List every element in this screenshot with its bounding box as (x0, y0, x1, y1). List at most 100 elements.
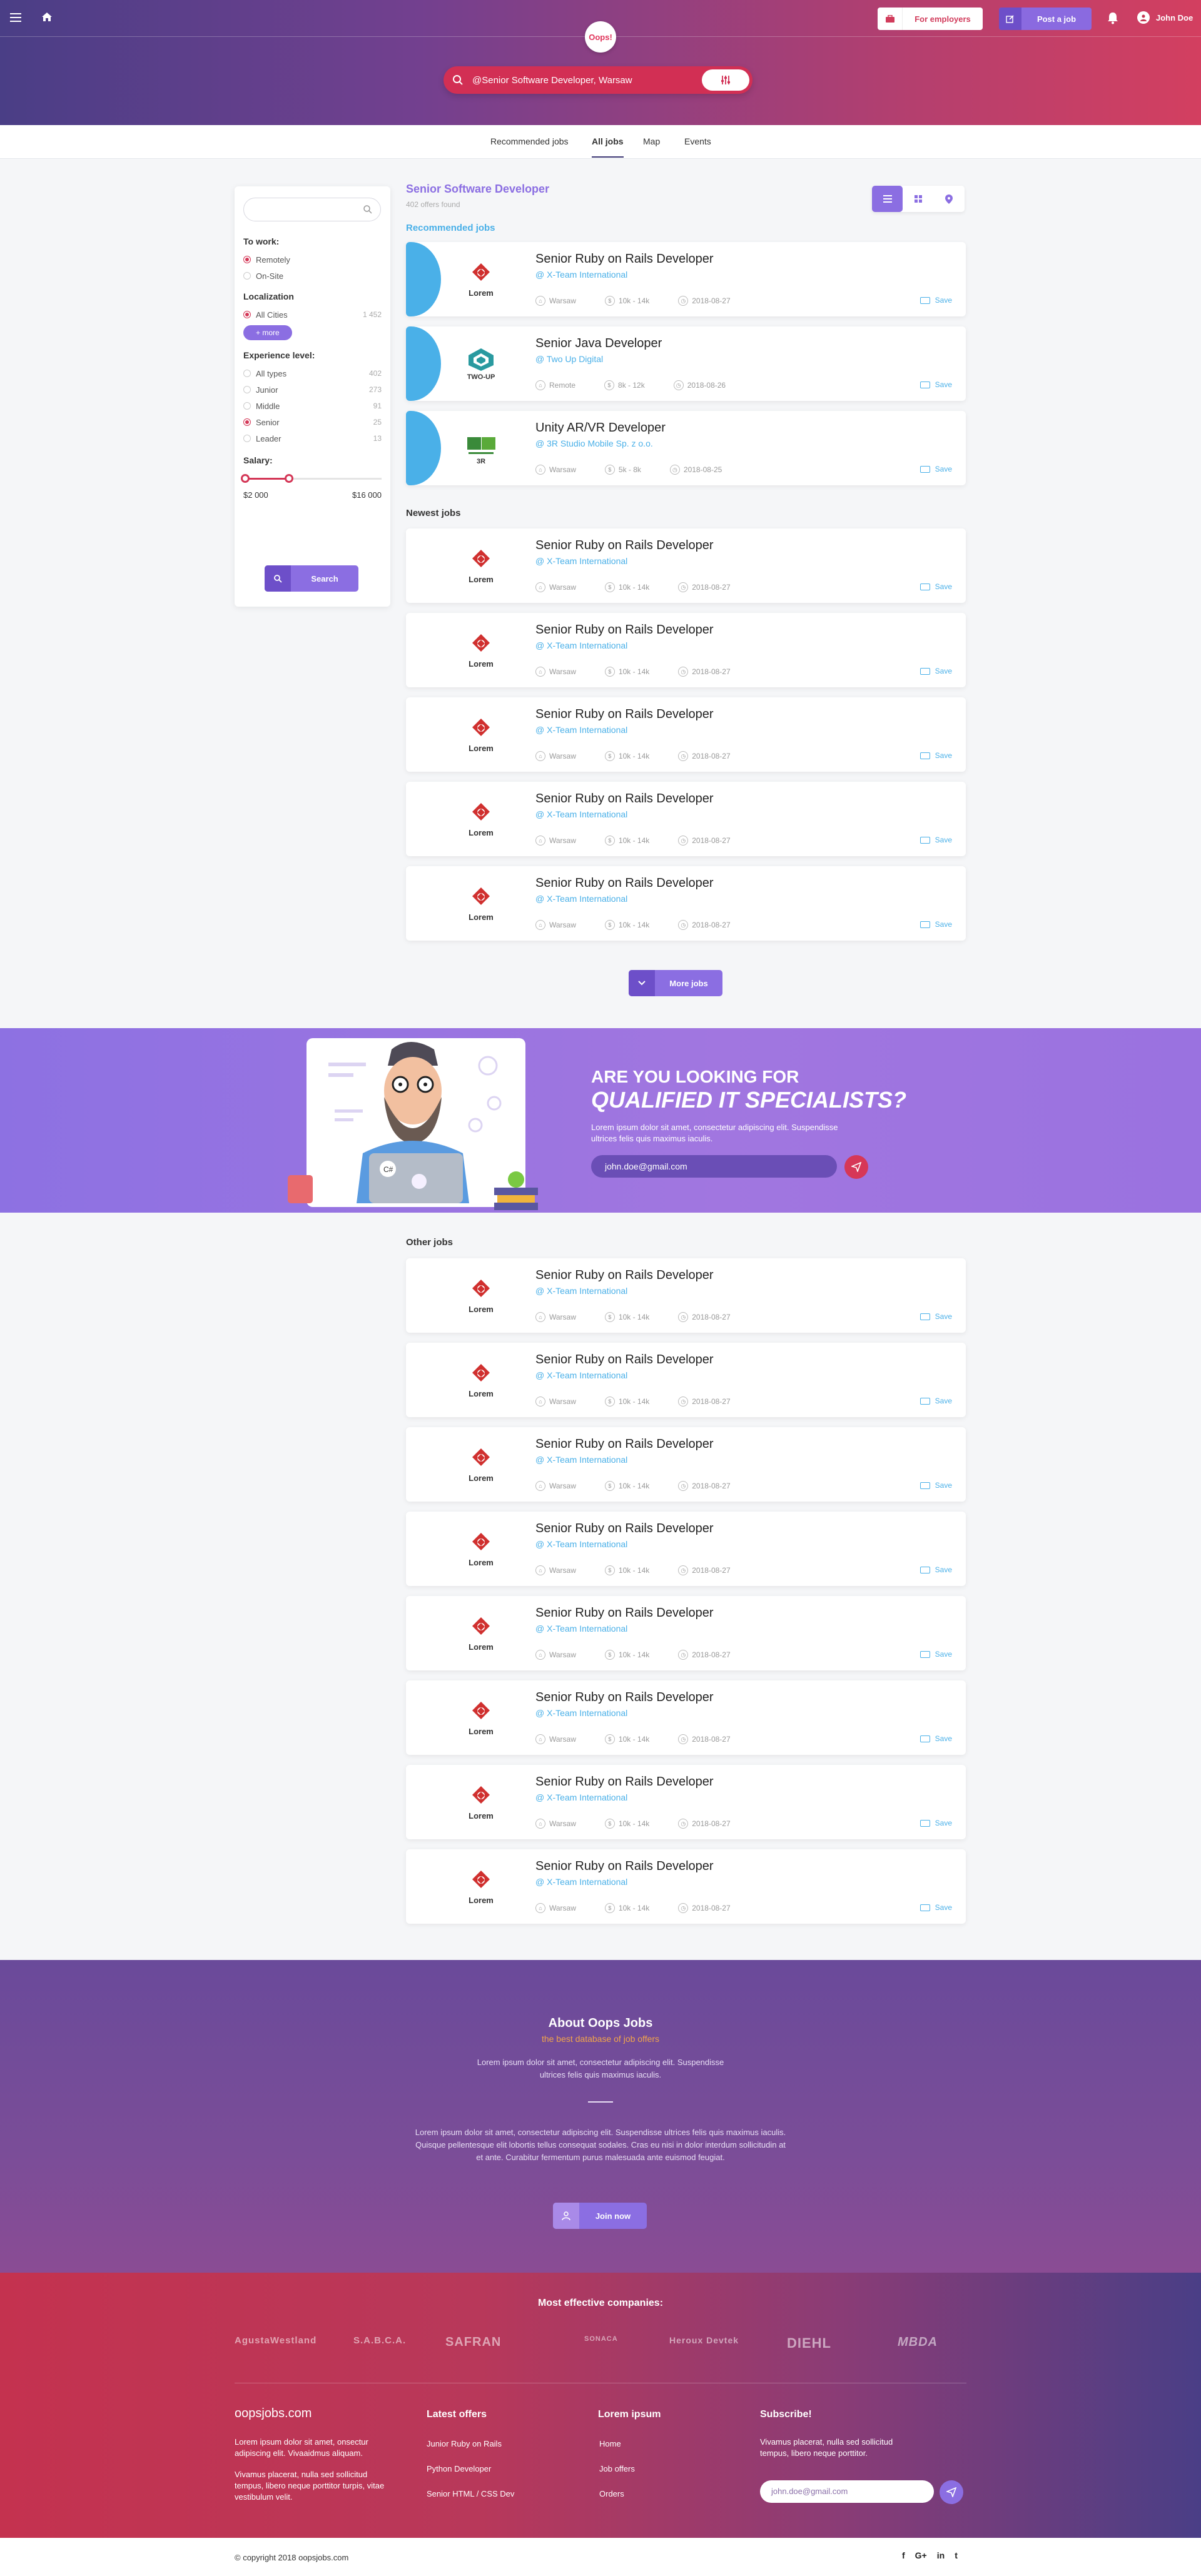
job-title[interactable]: Senior Java Developer (535, 336, 662, 351)
for-employers-button[interactable]: For employers (878, 8, 983, 30)
company-name[interactable]: @ X-Team International (535, 1624, 627, 1634)
main-search-bar[interactable]: @Senior Software Developer, Warsaw (443, 66, 753, 94)
slider-max-handle[interactable] (284, 474, 293, 483)
job-title[interactable]: Senior Ruby on Rails Developer (535, 623, 714, 637)
job-card[interactable]: Lorem Senior Ruby on Rails Developer @ X-T… (406, 1849, 966, 1924)
footer-link-home[interactable]: Home (599, 2439, 621, 2448)
send-icon[interactable] (940, 2480, 963, 2504)
job-card[interactable]: Lorem Senior Ruby on Rails Developer @ X-T… (406, 782, 966, 856)
job-title[interactable]: Senior Ruby on Rails Developer (535, 1268, 714, 1283)
send-icon[interactable] (844, 1155, 868, 1179)
list-view-icon[interactable] (872, 186, 903, 212)
job-title[interactable]: Senior Ruby on Rails Developer (535, 1690, 714, 1705)
job-card[interactable]: TWO-UP Senior Java Developer @ Two Up Digi… (406, 326, 966, 401)
job-card[interactable]: Lorem Senior Ruby on Rails Developer @ X-T… (406, 1512, 966, 1586)
save-button[interactable]: Save (920, 1481, 952, 1490)
footer-link-orders[interactable]: Orders (599, 2489, 624, 2498)
save-button[interactable]: Save (920, 920, 952, 929)
job-title[interactable]: Senior Ruby on Rails Developer (535, 1522, 714, 1536)
job-card[interactable]: Lorem Senior Ruby on Rails Developer @ X-T… (406, 1765, 966, 1839)
job-title[interactable]: Senior Ruby on Rails Developer (535, 792, 714, 806)
company-logo-mbda[interactable]: MBDA (898, 2335, 938, 2350)
job-title[interactable]: Senior Ruby on Rails Developer (535, 538, 714, 553)
save-button[interactable]: Save (920, 1312, 952, 1321)
job-card[interactable]: Lorem Senior Ruby on Rails Developer @ X-T… (406, 613, 966, 687)
job-card[interactable]: Lorem Senior Ruby on Rails Developer @ X-T… (406, 866, 966, 941)
job-card[interactable]: Lorem Senior Ruby on Rails Developer @ X-T… (406, 1427, 966, 1502)
company-name[interactable]: @ X-Team International (535, 1370, 627, 1380)
job-title[interactable]: Senior Ruby on Rails Developer (535, 252, 714, 266)
save-button[interactable]: Save (920, 296, 952, 305)
company-name[interactable]: @ X-Team International (535, 894, 627, 904)
radio-leader[interactable]: Leader 13 (243, 430, 382, 447)
radio-all-types[interactable]: All types 402 (243, 365, 382, 381)
save-button[interactable]: Save (920, 1397, 952, 1405)
job-card[interactable]: Lorem Senior Ruby on Rails Developer @ X-T… (406, 1680, 966, 1755)
company-name[interactable]: @ 3R Studio Mobile Sp. z o.o. (535, 438, 653, 448)
company-name[interactable]: @ X-Team International (535, 1877, 627, 1887)
tab-events[interactable]: Events (684, 136, 711, 146)
save-button[interactable]: Save (920, 1819, 952, 1827)
post-job-button[interactable]: Post a job (999, 8, 1092, 30)
company-name[interactable]: @ X-Team International (535, 1792, 627, 1802)
salary-slider[interactable] (241, 469, 382, 488)
radio-senior[interactable]: Senior 25 (243, 414, 382, 430)
hamburger-menu-icon[interactable] (10, 13, 21, 22)
company-name[interactable]: @ X-Team International (535, 270, 627, 280)
join-now-button[interactable]: Join now (553, 2203, 647, 2229)
job-title[interactable]: Unity AR/VR Developer (535, 421, 666, 435)
filter-sliders-icon[interactable] (702, 69, 749, 91)
job-title[interactable]: Senior Ruby on Rails Developer (535, 876, 714, 891)
twitter-icon[interactable]: t (955, 2550, 958, 2560)
company-name[interactable]: @ X-Team International (535, 809, 627, 819)
tab-map[interactable]: Map (643, 136, 660, 146)
site-logo[interactable]: Oops! (585, 21, 616, 53)
save-button[interactable]: Save (920, 1650, 952, 1659)
company-name[interactable]: @ X-Team International (535, 640, 627, 650)
company-logo-sonaca[interactable]: SONACA (584, 2335, 618, 2343)
radio-middle[interactable]: Middle 91 (243, 398, 382, 414)
job-card[interactable]: Lorem Senior Ruby on Rails Developer @ X-T… (406, 242, 966, 316)
job-card[interactable]: Lorem Senior Ruby on Rails Developer @ X-T… (406, 1343, 966, 1417)
subscribe-email-input[interactable]: john.doe@gmail.com (760, 2480, 934, 2503)
footer-link-job-offers[interactable]: Job offers (599, 2464, 635, 2473)
radio-junior[interactable]: Junior 273 (243, 381, 382, 398)
company-logo-heroux[interactable]: Heroux Devtek (669, 2335, 739, 2345)
company-name[interactable]: @ X-Team International (535, 1539, 627, 1549)
footer-link-latest-2[interactable]: Python Developer (427, 2464, 491, 2473)
save-button[interactable]: Save (920, 751, 952, 760)
job-title[interactable]: Senior Ruby on Rails Developer (535, 707, 714, 722)
save-button[interactable]: Save (920, 1734, 952, 1743)
sidebar-search-button[interactable]: Search (265, 565, 358, 592)
map-pin-icon[interactable] (934, 186, 965, 212)
more-cities-button[interactable]: + more (243, 325, 292, 340)
job-title[interactable]: Senior Ruby on Rails Developer (535, 1859, 714, 1874)
job-card[interactable]: Lorem Senior Ruby on Rails Developer @ X-T… (406, 697, 966, 772)
company-name[interactable]: @ X-Team International (535, 1455, 627, 1465)
grid-view-icon[interactable] (903, 186, 933, 212)
company-name[interactable]: @ X-Team International (535, 1708, 627, 1718)
tab-recommended-jobs[interactable]: Recommended jobs (490, 136, 569, 146)
radio-on-site[interactable]: On-Site (243, 268, 382, 284)
sidebar-search-input[interactable] (243, 198, 381, 221)
slider-min-handle[interactable] (241, 474, 250, 483)
linkedin-icon[interactable]: in (937, 2550, 945, 2560)
save-button[interactable]: Save (920, 582, 952, 591)
save-button[interactable]: Save (920, 836, 952, 844)
job-card[interactable]: Lorem Senior Ruby on Rails Developer @ X-T… (406, 1596, 966, 1670)
google-plus-icon[interactable]: G+ (915, 2550, 927, 2560)
job-title[interactable]: Senior Ruby on Rails Developer (535, 1353, 714, 1367)
company-logo-diehl[interactable]: DIEHL (787, 2335, 831, 2351)
job-card[interactable]: Lorem Senior Ruby on Rails Developer @ X-T… (406, 528, 966, 603)
save-button[interactable]: Save (920, 1565, 952, 1574)
job-card[interactable]: 3R Unity AR/VR Developer @ 3R Studio Mobil… (406, 411, 966, 485)
save-button[interactable]: Save (920, 465, 952, 473)
job-title[interactable]: Senior Ruby on Rails Developer (535, 1775, 714, 1789)
home-icon[interactable] (41, 11, 53, 23)
save-button[interactable]: Save (920, 1903, 952, 1912)
job-title[interactable]: Senior Ruby on Rails Developer (535, 1606, 714, 1620)
footer-link-latest-1[interactable]: Junior Ruby on Rails (427, 2439, 502, 2448)
company-name[interactable]: @ Two Up Digital (535, 354, 603, 364)
facebook-icon[interactable]: f (902, 2550, 905, 2560)
tab-all-jobs[interactable]: All jobs (592, 136, 624, 158)
